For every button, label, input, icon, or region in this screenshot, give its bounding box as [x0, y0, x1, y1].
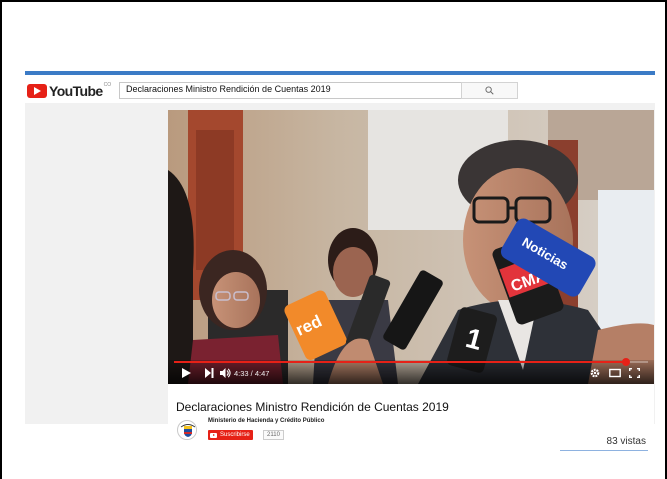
progress-scrubber[interactable]	[622, 358, 631, 366]
frame-border-left	[0, 0, 2, 479]
theater-mode-icon[interactable]	[609, 368, 621, 378]
video-frame-image: CMA 1 Noticias red	[168, 110, 654, 384]
youtube-country-code: CO	[103, 82, 112, 88]
playback-time: 4:33 / 4:47	[234, 369, 270, 378]
search-icon	[485, 86, 494, 95]
search-button[interactable]	[461, 82, 518, 99]
frame-border-top	[0, 0, 667, 2]
views-underline	[560, 450, 648, 451]
play-icon[interactable]	[182, 368, 191, 378]
youtube-logo[interactable]: YouTube CO	[27, 82, 112, 99]
youtube-play-logo-icon	[27, 84, 47, 98]
subscribe-button-label: Suscribirse	[220, 432, 250, 438]
subscriber-count: 2110	[263, 430, 284, 440]
video-title: Declaraciones Ministro Rendición de Cuen…	[176, 400, 449, 414]
youtube-logo-text: YouTube	[49, 83, 103, 99]
search-input-value: Declaraciones Ministro Rendición de Cuen…	[126, 84, 331, 94]
view-count: 83 vistas	[606, 436, 646, 447]
fullscreen-icon[interactable]	[629, 368, 640, 378]
channel-avatar[interactable]	[177, 420, 197, 440]
volume-icon[interactable]	[220, 368, 231, 378]
channel-name[interactable]: Ministerio de Hacienda y Crédito Público	[208, 418, 324, 424]
progress-bar[interactable]	[174, 358, 648, 366]
progress-fill	[174, 361, 627, 363]
youtube-subscribe-icon	[210, 432, 217, 438]
search-input[interactable]: Declaraciones Ministro Rendición de Cuen…	[119, 82, 462, 99]
gear-icon[interactable]	[590, 368, 600, 378]
video-info-panel: Declaraciones Ministro Rendición de Cuen…	[168, 384, 654, 451]
youtube-header: YouTube CO Declaraciones Ministro Rendic…	[25, 75, 655, 103]
subscribe-button[interactable]: Suscribirse	[208, 430, 253, 440]
next-icon[interactable]	[205, 368, 214, 378]
video-player[interactable]: CMA 1 Noticias red 4:33 / 4:47	[168, 110, 654, 384]
player-controls: 4:33 / 4:47	[168, 358, 654, 384]
